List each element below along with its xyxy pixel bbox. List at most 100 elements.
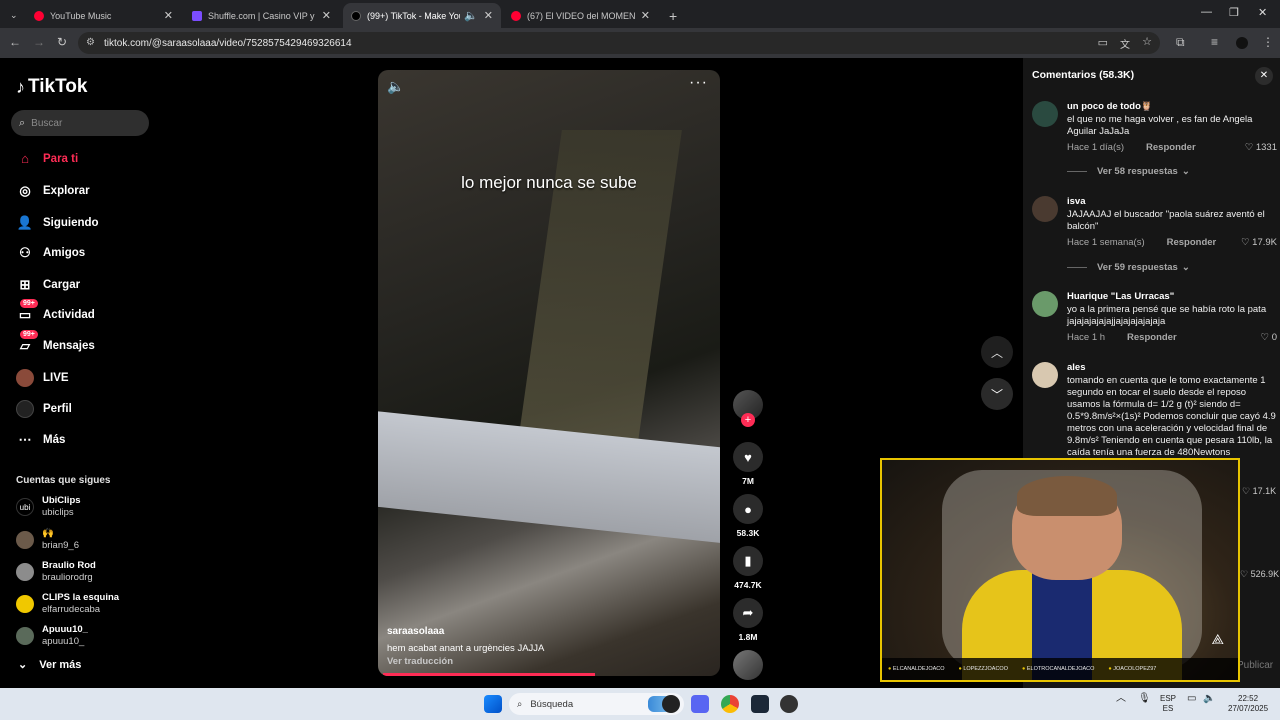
forward-icon[interactable]: →	[33, 35, 45, 49]
tray-chevron-up-icon[interactable]: ︿	[1116, 694, 1126, 704]
nav-amigos[interactable]: ⚇ Amigos	[16, 245, 85, 261]
close-tab-icon[interactable]: ✕	[164, 9, 173, 22]
close-window-icon[interactable]: ✕	[1258, 6, 1267, 19]
follow-plus-icon[interactable]: +	[741, 413, 755, 427]
translate-link[interactable]: Ver traducción	[387, 656, 453, 667]
avatar[interactable]	[1032, 291, 1058, 317]
new-tab-button[interactable]: +	[661, 3, 681, 28]
clock[interactable]: 22:52 27/07/2025	[1228, 694, 1268, 714]
avatar[interactable]	[1032, 362, 1058, 388]
save-button[interactable]: ▮ 474.7K	[733, 546, 763, 590]
following-section-title: Cuentas que sigues	[16, 475, 111, 486]
nav-live[interactable]: LIVE	[16, 369, 69, 387]
video-frame-ledge	[378, 410, 720, 545]
speaker-tab-icon[interactable]: 🔈	[464, 9, 478, 22]
following-item[interactable]: Braulio Rod brauliorodrg	[16, 560, 96, 584]
next-video-button[interactable]: ﹀	[981, 378, 1013, 410]
nav-mensajes[interactable]: ▱ 99+ Mensajes	[16, 330, 95, 354]
reply-button[interactable]: Responder	[1167, 237, 1217, 248]
view-replies-button[interactable]: Ver 58 respuestas ⌄	[1067, 166, 1190, 177]
tiktok-logo[interactable]: ♪ TikTok	[16, 76, 87, 98]
search-input[interactable]: ⌕ Buscar	[11, 110, 149, 136]
restore-icon[interactable]: ❐	[1229, 6, 1239, 19]
following-item[interactable]: 🙌 brian9_6	[16, 528, 79, 552]
music-disc-icon	[733, 650, 763, 680]
publish-button[interactable]: Publicar	[1237, 660, 1273, 671]
menu-kebab-icon[interactable]: ⋮	[1262, 35, 1274, 49]
following-item[interactable]: Apuuu10_ apuuu10_	[16, 624, 88, 648]
comment-like-button[interactable]: ♡ 0	[1261, 332, 1277, 343]
video-caption-overlay: lo mejor nunca se sube	[461, 173, 637, 192]
language-indicator[interactable]: ESP ES	[1160, 694, 1176, 714]
following-item[interactable]: ubi UbiClips ubiclips	[16, 495, 81, 519]
network-icon[interactable]: ▭	[1187, 694, 1196, 704]
nav-mas[interactable]: ⋯ Más	[16, 432, 66, 448]
reply-button[interactable]: Responder	[1127, 332, 1177, 343]
reload-icon[interactable]: ↻	[57, 35, 67, 49]
profile-avatar-icon[interactable]	[1236, 37, 1248, 49]
nav-explorar[interactable]: ◎ Explorar	[16, 183, 89, 199]
avatar[interactable]	[1032, 101, 1058, 127]
video-player[interactable]: 🔈 ··· lo mejor nunca se sube saraasolaaa…	[378, 70, 720, 676]
nav-para-ti[interactable]: ⌂ Para ti	[16, 151, 78, 166]
heart-outline-icon: ♡	[1240, 569, 1251, 579]
close-tab-icon[interactable]: ✕	[484, 9, 493, 22]
tab-shuffle[interactable]: Shuffle.com | Casino VIP y casa ✕	[184, 3, 339, 28]
url-field[interactable]: ⚙ tiktok.com/@saraasolaaa/video/75285754…	[78, 32, 1160, 54]
close-tab-icon[interactable]: ✕	[641, 9, 650, 22]
comment-like-count[interactable]: ♡ 17.1K	[1242, 486, 1276, 497]
discord-icon[interactable]	[691, 695, 709, 713]
comment-like-count[interactable]: ♡ 526.9K	[1240, 569, 1279, 580]
comment-icon: ●	[733, 494, 763, 524]
profile-icon	[16, 400, 34, 418]
tab-search-button[interactable]: ⌄	[2, 3, 24, 28]
tab-tiktok[interactable]: (99+) TikTok - Make Your Da 🔈 ✕	[343, 3, 501, 28]
creator-avatar[interactable]: +	[733, 390, 763, 427]
volume-icon[interactable]: 🔈	[1203, 694, 1215, 704]
taskbar-search[interactable]: ⌕ Búsqueda	[509, 693, 684, 715]
comment-like-button[interactable]: ♡ 1331	[1245, 142, 1277, 153]
search-icon: ⌕	[517, 698, 523, 710]
avatar[interactable]	[1032, 196, 1058, 222]
steam-icon[interactable]	[751, 695, 769, 713]
previous-video-button[interactable]: ︿	[981, 336, 1013, 368]
view-replies-button[interactable]: Ver 59 respuestas ⌄	[1067, 262, 1190, 273]
microphone-icon[interactable]: 🎙	[1138, 694, 1151, 704]
video-author[interactable]: saraasolaaa	[387, 626, 444, 637]
home-icon: ⌂	[21, 151, 29, 166]
app-icon[interactable]	[780, 695, 798, 713]
music-disc[interactable]	[733, 650, 763, 680]
windows-start-icon[interactable]	[484, 695, 502, 713]
media-control-icon[interactable]: ≡	[1211, 35, 1218, 49]
volume-icon[interactable]: 🔈	[387, 78, 404, 95]
like-button[interactable]: ♥ 7M	[733, 442, 763, 486]
back-icon[interactable]: ←	[9, 35, 21, 49]
close-tab-icon[interactable]: ✕	[322, 9, 331, 22]
nav-siguiendo[interactable]: 👤 Siguiendo	[16, 215, 99, 231]
see-more-button[interactable]: ⌄ Ver más	[18, 658, 81, 672]
minimize-icon[interactable]: —	[1201, 6, 1212, 18]
extensions-icon[interactable]: ⧉	[1176, 35, 1185, 50]
comment-like-button[interactable]: ♡ 17.9K	[1241, 237, 1277, 248]
nav-perfil[interactable]: Perfil	[16, 400, 72, 418]
heart-outline-icon: ♡	[1242, 486, 1253, 496]
tab-youtube-music[interactable]: YouTube Music ✕	[26, 3, 181, 28]
reply-button[interactable]: Responder	[1146, 142, 1196, 153]
nav-cargar[interactable]: ⊞ Cargar	[16, 277, 81, 293]
nav-actividad[interactable]: ▭ 99+ Actividad	[16, 299, 95, 323]
close-comments-icon[interactable]: ✕	[1255, 67, 1273, 85]
cast-icon[interactable]: ▭	[1098, 36, 1108, 49]
avatar	[16, 531, 34, 549]
obs-icon[interactable]	[662, 695, 680, 713]
heart-icon: ♥	[733, 442, 763, 472]
translate-icon[interactable]: 文	[1120, 36, 1130, 51]
site-info-icon[interactable]: ⚙	[86, 37, 95, 48]
share-button[interactable]: ➦ 1.8M	[733, 598, 763, 642]
comment-button[interactable]: ● 58.3K	[733, 494, 763, 538]
video-progress-bar[interactable]	[383, 673, 596, 676]
chrome-icon[interactable]	[721, 695, 739, 713]
more-options-icon[interactable]: ···	[689, 74, 708, 92]
bookmark-star-icon[interactable]: ☆	[1142, 35, 1152, 48]
tab-youtube-video[interactable]: (67) El VIDEO del MOMENTO en ✕	[503, 3, 658, 28]
following-item[interactable]: CLIPS la esquina elfarrudecaba	[16, 592, 119, 616]
